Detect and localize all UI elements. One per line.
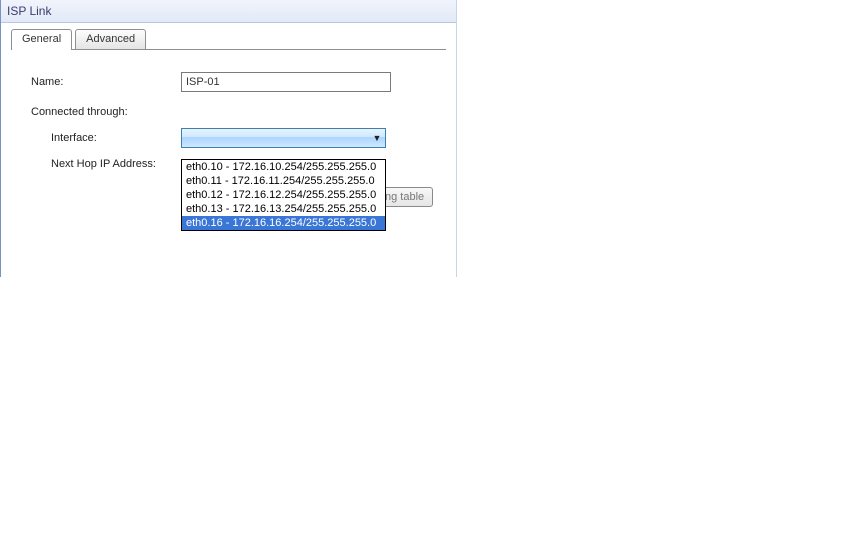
- name-input[interactable]: [181, 72, 391, 92]
- isp-link-window: ISP Link General Advanced Name: Connecte…: [0, 0, 457, 277]
- interface-label: Interface:: [31, 132, 181, 144]
- next-hop-label: Next Hop IP Address:: [31, 158, 181, 170]
- tab-general[interactable]: General: [11, 29, 72, 50]
- interface-option[interactable]: eth0.16 - 172.16.16.254/255.255.255.0: [182, 216, 385, 230]
- general-panel: Name: Connected through: Interface: ▼ Ne…: [1, 50, 456, 277]
- tab-strip: General Advanced: [1, 23, 456, 50]
- interface-option[interactable]: eth0.11 - 172.16.11.254/255.255.255.0: [182, 174, 385, 188]
- interface-option[interactable]: eth0.10 - 172.16.10.254/255.255.255.0: [182, 160, 385, 174]
- name-label: Name:: [31, 76, 181, 88]
- window-title: ISP Link: [1, 0, 456, 23]
- interface-combobox[interactable]: ▼: [181, 128, 386, 148]
- interface-dropdown[interactable]: eth0.10 - 172.16.10.254/255.255.255.0eth…: [181, 159, 386, 231]
- interface-option[interactable]: eth0.13 - 172.16.13.254/255.255.255.0: [182, 202, 385, 216]
- chevron-down-icon: ▼: [369, 133, 385, 143]
- interface-option[interactable]: eth0.12 - 172.16.12.254/255.255.255.0: [182, 188, 385, 202]
- tab-advanced[interactable]: Advanced: [75, 29, 146, 49]
- connected-through-label: Connected through:: [31, 106, 446, 118]
